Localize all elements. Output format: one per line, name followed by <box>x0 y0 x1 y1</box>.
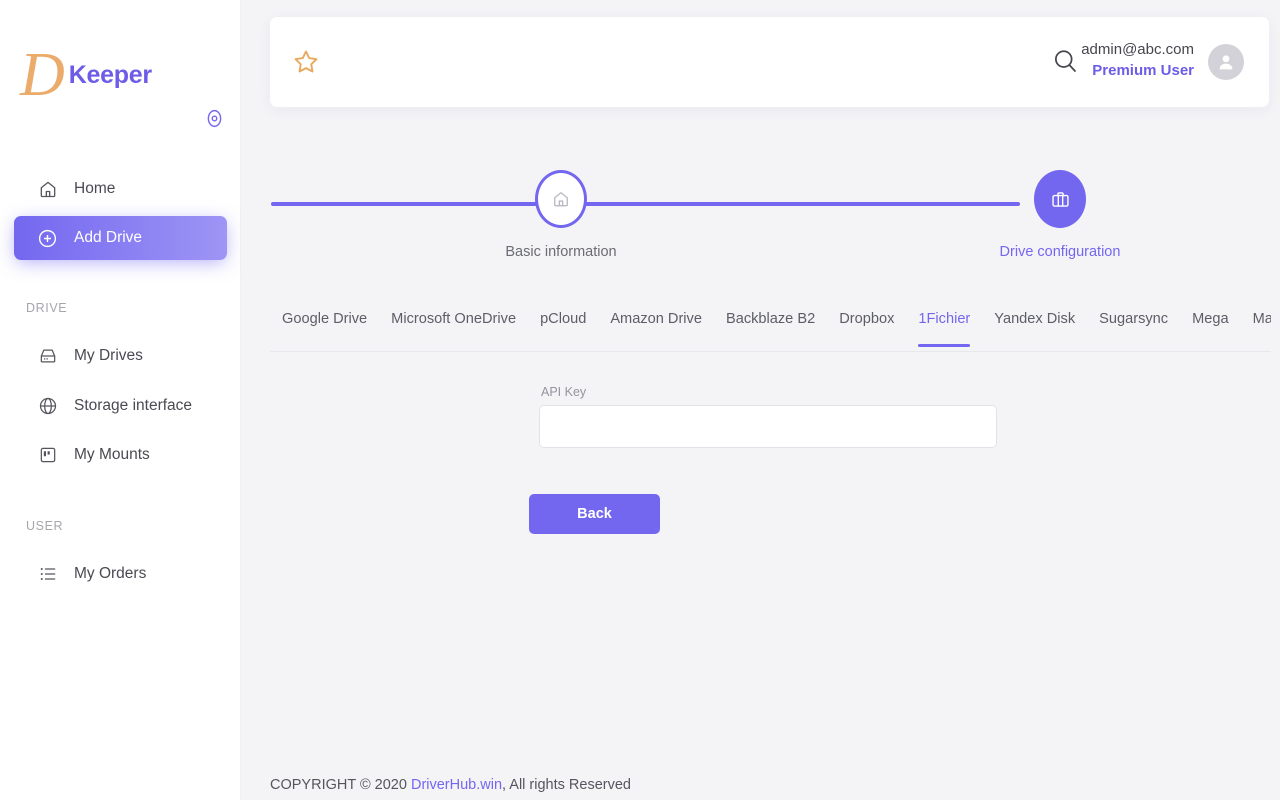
avatar[interactable] <box>1208 44 1244 80</box>
sidebar-item-label: My Orders <box>74 565 147 582</box>
sidebar-item-my-mounts[interactable]: My Mounts <box>14 433 227 477</box>
sidebar: D Keeper Home Add Drive DRIVE My Drives … <box>0 0 241 800</box>
api-key-label: API Key <box>541 385 587 399</box>
sidebar-item-home[interactable]: Home <box>14 167 227 211</box>
brand-mark: D <box>20 41 65 109</box>
tab-mega[interactable]: Mega <box>1192 306 1229 347</box>
user-info[interactable]: admin@abc.com Premium User <box>1081 40 1194 81</box>
stepper-step-label: Drive configuration <box>999 244 1121 260</box>
tab-microsoft-onedrive[interactable]: Microsoft OneDrive <box>391 306 516 347</box>
briefcase-icon <box>1051 191 1069 207</box>
tab-1fichier[interactable]: 1Fichier <box>918 306 970 347</box>
star-icon[interactable] <box>291 47 321 77</box>
top-bar: admin@abc.com Premium User <box>270 17 1269 107</box>
search-icon[interactable] <box>1050 46 1082 78</box>
home-icon <box>554 192 568 207</box>
stepper: Basic information Drive configuration <box>241 170 1280 280</box>
sidebar-item-label: My Mounts <box>74 446 150 463</box>
user-plan-badge: Premium User <box>1092 61 1194 79</box>
list-icon <box>37 564 58 585</box>
footer-copyright: COPYRIGHT © 2020 DriverHub.win, All righ… <box>270 777 631 793</box>
sidebar-item-label: Home <box>74 180 116 197</box>
app-root: D Keeper Home Add Drive DRIVE My Drives … <box>0 0 1280 800</box>
sidebar-item-add-drive[interactable]: Add Drive <box>14 216 227 260</box>
sidebar-item-my-orders[interactable]: My Orders <box>14 552 227 596</box>
stepper-step-drive-configuration[interactable]: Drive configuration <box>960 170 1160 260</box>
driverhub-link[interactable]: DriverHub.win <box>411 777 502 793</box>
copyright-suffix: , All rights Reserved <box>502 777 631 793</box>
stepper-step-circle <box>535 170 587 228</box>
copyright-prefix: COPYRIGHT © 2020 <box>270 777 411 793</box>
sidebar-item-my-drives[interactable]: My Drives <box>14 334 227 378</box>
stepper-step-label: Basic information <box>505 244 617 260</box>
user-avatar-icon <box>1219 55 1233 70</box>
sidebar-section-drive: DRIVE <box>26 301 68 315</box>
mount-panel-icon <box>37 445 58 466</box>
sidebar-item-label: Add Drive <box>74 229 143 246</box>
sidebar-item-storage-interface[interactable]: Storage interface <box>14 384 227 428</box>
tab-backblaze-b2[interactable]: Backblaze B2 <box>726 306 815 347</box>
plus-circle-icon <box>37 228 58 249</box>
home-icon <box>37 179 58 200</box>
hard-drive-icon <box>37 346 58 367</box>
target-badge-icon[interactable] <box>204 108 225 129</box>
tab-dropbox[interactable]: Dropbox <box>839 306 894 347</box>
sidebar-item-label: My Drives <box>74 347 143 364</box>
api-key-field-group: API Key <box>539 385 997 448</box>
sidebar-section-user: USER <box>26 519 64 533</box>
tab-amazon-drive[interactable]: Amazon Drive <box>610 306 702 347</box>
user-email: admin@abc.com <box>1081 41 1194 58</box>
tab-pcloud[interactable]: pCloud <box>540 306 586 347</box>
provider-tabs: Google Drive Microsoft OneDrive pCloud Amaz… <box>270 306 1271 352</box>
tab-yandex-disk[interactable]: Yandex Disk <box>994 306 1075 347</box>
back-button[interactable]: Back <box>529 494 660 534</box>
sidebar-item-label: Storage interface <box>74 397 193 414</box>
main-content: admin@abc.com Premium User Basic informa… <box>241 0 1280 800</box>
tab-mail[interactable]: Mail. <box>1253 306 1271 347</box>
stepper-step-circle <box>1034 170 1086 228</box>
stepper-step-basic-information[interactable]: Basic information <box>461 170 661 260</box>
brand-logo[interactable]: D Keeper <box>20 44 152 106</box>
globe-icon <box>37 396 58 417</box>
api-key-input[interactable] <box>539 405 997 448</box>
tab-sugarsync[interactable]: Sugarsync <box>1099 306 1168 347</box>
tab-google-drive[interactable]: Google Drive <box>282 306 367 347</box>
brand-name: Keeper <box>68 60 152 89</box>
